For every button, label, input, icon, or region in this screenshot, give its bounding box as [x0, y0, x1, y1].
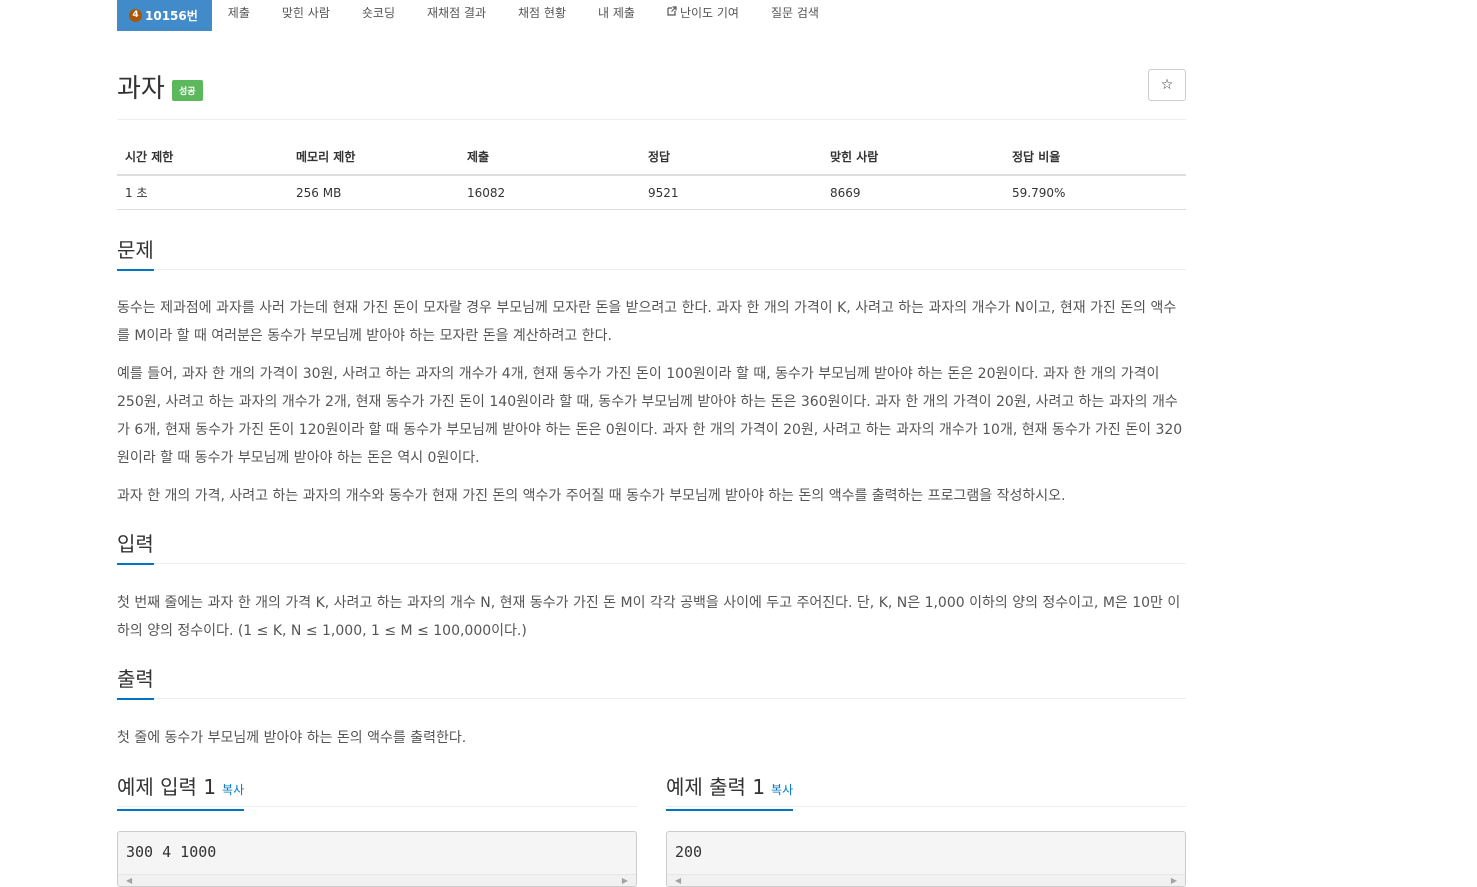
section-title: 예제 출력 1 복사 — [666, 774, 794, 811]
output-description: 첫 줄에 동수가 부모님께 받아야 하는 돈의 액수를 출력한다. — [117, 724, 1186, 762]
paragraph: 첫 번째 줄에는 과자 한 개의 가격 K, 사려고 하는 과자의 개수 N, … — [117, 595, 1181, 639]
sample-input-title: 예제 입력 1 — [117, 775, 217, 799]
input-section-heading: 입력 — [117, 530, 1186, 565]
solved-users-value: 8669 — [822, 175, 1004, 210]
problem-title-row: 과자 성공 ☆ — [117, 66, 1186, 106]
sample-output-heading: 예제 출력 1 복사 — [666, 773, 1186, 811]
table-row: 1 초 256 MB 16082 9521 8669 59.790% — [117, 175, 1186, 210]
sample-input-box[interactable]: 300 4 1000 ◀ ▶ — [117, 831, 637, 887]
table-header-row: 시간 제한 메모리 제한 제출 정답 맞힌 사람 정답 비율 — [117, 140, 1186, 176]
copy-sample-input-link[interactable]: 복사 — [222, 783, 244, 797]
menu-item-rejudge-result[interactable]: 재채점 결과 — [411, 0, 502, 24]
menu-item-status[interactable]: 채점 현황 — [502, 0, 582, 24]
problem-section-heading: 문제 — [117, 236, 1186, 271]
header-solved-users: 맞힌 사람 — [822, 140, 1004, 176]
sample-output-title: 예제 출력 1 — [666, 775, 766, 799]
menu-item-solved-users[interactable]: 맞힌 사람 — [266, 0, 346, 24]
tier-badge-icon: 4 — [129, 9, 142, 22]
horizontal-scrollbar[interactable]: ◀ ▶ — [118, 874, 636, 886]
paragraph: 과자 한 개의 가격, 사려고 하는 과자의 개수와 동수가 현재 가진 돈의 … — [117, 488, 1066, 504]
section-title: 입력 — [117, 531, 154, 565]
sample-output-box[interactable]: 200 ◀ ▶ — [666, 831, 1186, 887]
paragraph: 첫 줄에 동수가 부모님께 받아야 하는 돈의 액수를 출력한다. — [117, 730, 467, 746]
menu-item-question-search[interactable]: 질문 검색 — [755, 0, 835, 24]
section-title: 문제 — [117, 237, 154, 271]
scroll-right-icon[interactable]: ▶ — [622, 876, 628, 885]
problem-description: 동수는 제과점에 과자를 사러 가는데 현재 가진 돈이 모자랄 경우 부모님께… — [117, 294, 1186, 520]
menu-item-label: 난이도 기여 — [679, 5, 739, 20]
menu-item-short-coding[interactable]: 숏코딩 — [346, 0, 411, 24]
sample-input-heading: 예제 입력 1 복사 — [117, 773, 637, 811]
copy-sample-output-link[interactable]: 복사 — [771, 783, 793, 797]
sample-output-data: 200 — [675, 843, 703, 861]
status-badge: 성공 — [172, 80, 203, 101]
problem-title: 과자 — [117, 74, 165, 104]
output-section-heading: 출력 — [117, 665, 1186, 700]
problem-info-table: 시간 제한 메모리 제한 제출 정답 맞힌 사람 정답 비율 1 초 256 M… — [117, 140, 1186, 210]
time-limit-value: 1 초 — [117, 175, 288, 210]
memory-limit-value: 256 MB — [288, 175, 459, 210]
scroll-left-icon[interactable]: ◀ — [675, 876, 681, 885]
submissions-value: 16082 — [459, 175, 640, 210]
menu-item-difficulty-contribute[interactable]: 난이도 기여 — [651, 0, 755, 24]
sample-input-data: 300 4 1000 — [126, 843, 217, 861]
scroll-right-icon[interactable]: ▶ — [1171, 876, 1177, 885]
menu-item-my-submissions[interactable]: 내 제출 — [582, 0, 651, 24]
favorite-star-button[interactable]: ☆ — [1148, 69, 1186, 101]
title-divider — [117, 119, 1186, 120]
header-accept-ratio: 정답 비율 — [1004, 140, 1186, 176]
problem-number: 10156번 — [145, 9, 198, 23]
header-submissions: 제출 — [459, 140, 640, 176]
header-time-limit: 시간 제한 — [117, 140, 288, 176]
input-description: 첫 번째 줄에는 과자 한 개의 가격 K, 사려고 하는 과자의 개수 N, … — [117, 589, 1186, 655]
problem-menu: 4 10156번 제출 맞힌 사람 숏코딩 재채점 결과 채점 현황 내 제출 … — [117, 0, 835, 31]
header-memory-limit: 메모리 제한 — [288, 140, 459, 176]
scroll-left-icon[interactable]: ◀ — [126, 876, 132, 885]
horizontal-scrollbar[interactable]: ◀ ▶ — [667, 874, 1185, 886]
paragraph: 예를 들어, 과자 한 개의 가격이 30원, 사려고 하는 과자의 개수가 4… — [117, 366, 1183, 466]
section-title: 예제 입력 1 복사 — [117, 774, 245, 811]
accepted-value: 9521 — [640, 175, 822, 210]
paragraph: 동수는 제과점에 과자를 사러 가는데 현재 가진 돈이 모자랄 경우 부모님께… — [117, 300, 1177, 344]
section-title: 출력 — [117, 666, 154, 700]
external-link-icon — [667, 5, 677, 19]
menu-item-submit[interactable]: 제출 — [212, 0, 266, 24]
star-icon: ☆ — [1160, 77, 1174, 93]
menu-item-problem[interactable]: 4 10156번 — [117, 0, 212, 31]
accept-ratio-value: 59.790% — [1004, 175, 1186, 210]
header-accepted: 정답 — [640, 140, 822, 176]
